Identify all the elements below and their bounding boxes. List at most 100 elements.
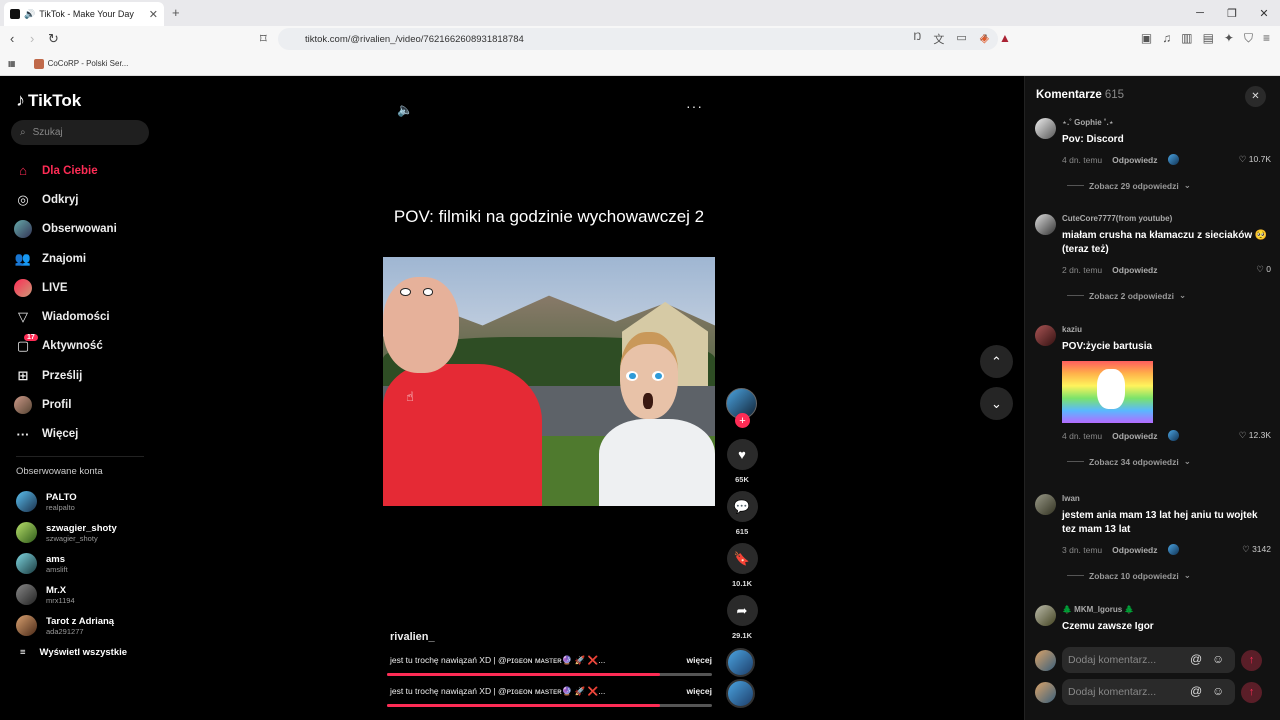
music-disc-icon[interactable] — [726, 679, 755, 708]
sidebar-toggle-icon[interactable]: ▣ — [1141, 31, 1152, 46]
creator-liked-avatar — [1167, 544, 1179, 555]
man-shirt — [383, 363, 543, 506]
music-icon[interactable]: ♫ — [1162, 31, 1171, 46]
nav-for-you[interactable]: ⌂ Dla Ciebie — [14, 156, 154, 185]
view-replies-button[interactable]: Zobacz 10 odpowiedzi ⌄ — [1067, 570, 1271, 581]
send-comment-button[interactable]: ↑ — [1241, 681, 1262, 703]
video-caption: POV: filmiki na godzinie wychowawczej 2 — [393, 207, 705, 226]
forward-icon[interactable]: › — [30, 31, 34, 46]
close-window-icon[interactable]: ✕ — [1248, 0, 1280, 26]
show-all-button[interactable]: ≡ Wyświetl wszystkie — [20, 647, 127, 658]
tiktok-logo[interactable]: ♪ TikTok — [16, 90, 81, 111]
reload-icon[interactable]: ↻ — [48, 31, 59, 47]
comment-like-button[interactable]: ♡ 0 — [1256, 264, 1271, 275]
comment-input[interactable] — [1062, 647, 1235, 673]
close-tab-icon[interactable]: ✕ — [149, 8, 158, 21]
sparkle-icon[interactable]: ✦ — [1224, 31, 1234, 46]
nav-explore[interactable]: ◎ Odkryj — [14, 185, 154, 214]
reader-icon[interactable]: Ŋ — [913, 31, 921, 47]
mention-icon[interactable]: @ — [1190, 684, 1202, 698]
wallet-icon[interactable]: ▤ — [1203, 31, 1214, 46]
nav-friends[interactable]: 👥 Znajomi — [14, 244, 154, 273]
avatar[interactable] — [1035, 605, 1056, 626]
followed-account[interactable]: Tarot z Adrianą ada291277 — [16, 610, 156, 641]
comment-button[interactable]: 💬 615 — [724, 491, 760, 536]
reply-button[interactable]: Odpowiedz — [1112, 265, 1157, 275]
like-count: 65K — [735, 475, 749, 484]
menu-icon[interactable]: ≡ — [1263, 31, 1270, 46]
video-progress-bar[interactable] — [387, 704, 712, 707]
next-video-button[interactable]: ⌄ — [980, 387, 1013, 420]
close-comments-button[interactable]: ✕ — [1245, 86, 1266, 107]
share-button[interactable]: ➦ 29.1K — [724, 595, 760, 640]
cast-icon[interactable]: ▭ — [956, 31, 966, 47]
followed-title: Obserwowane konta — [16, 466, 103, 477]
nav-profile[interactable]: Profil — [14, 390, 154, 419]
bookmark-icon[interactable]: ⌑ — [260, 31, 267, 47]
video-username[interactable]: rivalien_ — [390, 631, 710, 643]
restore-icon[interactable]: ❐ — [1216, 0, 1248, 26]
emoji-icon[interactable]: ☺ — [1212, 684, 1224, 698]
back-icon[interactable]: ‹ — [10, 31, 14, 46]
comment-like-button[interactable]: ♡ 12.3K — [1239, 430, 1271, 441]
view-replies-button[interactable]: Zobacz 34 odpowiedzi ⌄ — [1067, 456, 1271, 467]
followed-account[interactable]: szwagier_shoty szwagier_shoty — [16, 517, 156, 548]
nav-upload[interactable]: ⊞ Prześlij — [14, 361, 154, 390]
video-progress-bar[interactable] — [387, 673, 712, 676]
comment-author[interactable]: kaziu — [1062, 325, 1271, 334]
new-tab-icon[interactable]: + — [172, 5, 180, 20]
browser-tab[interactable]: 🔊 TikTok - Make Your Day ✕ — [4, 2, 164, 26]
save-button[interactable]: 🔖 10.1K — [724, 543, 760, 588]
comment-author[interactable]: Iwan — [1062, 494, 1271, 503]
reply-button[interactable]: Odpowiedz — [1112, 155, 1157, 165]
creator-avatar[interactable]: + — [726, 388, 757, 428]
minimize-icon[interactable]: ─ — [1184, 0, 1216, 26]
apps-grid-icon[interactable]: ▦ — [8, 59, 16, 68]
more-link[interactable]: więcej — [686, 686, 712, 697]
nav-messages[interactable]: ▽ Wiadomości — [14, 302, 154, 331]
music-disc-icon[interactable] — [726, 648, 755, 677]
comment-author[interactable]: 🌲 MKM_Igorus 🌲 — [1062, 605, 1271, 614]
previous-video-button[interactable]: ⌃ — [980, 345, 1013, 378]
avatar[interactable] — [1035, 494, 1056, 515]
nav-activity[interactable]: ▢ 17 Aktywność — [14, 332, 154, 361]
follow-plus-icon[interactable]: + — [735, 413, 750, 428]
like-button[interactable]: ♥ 65K — [724, 439, 760, 484]
triangle-icon[interactable]: ▲ — [999, 31, 1011, 46]
avatar[interactable] — [1035, 214, 1056, 235]
video-player[interactable] — [383, 257, 715, 506]
panel-icon[interactable]: ▥ — [1181, 31, 1192, 46]
nav-more[interactable]: ··· Więcej — [14, 420, 154, 449]
comment-like-button[interactable]: ♡ 10.7K — [1239, 154, 1271, 165]
translate-icon[interactable]: 文 — [933, 31, 944, 47]
chevron-down-icon: ⌄ — [1183, 456, 1191, 466]
comment-like-button[interactable]: ♡ 3142 — [1242, 544, 1271, 555]
avatar[interactable] — [1035, 118, 1056, 139]
reply-button[interactable]: Odpowiedz — [1112, 431, 1157, 441]
bookmark-item[interactable]: CoCoRP - Polski Ser... — [33, 58, 128, 69]
followed-account[interactable]: ams amslift — [16, 548, 156, 579]
nav-following[interactable]: Obserwowani — [14, 215, 154, 244]
mention-icon[interactable]: @ — [1190, 652, 1202, 666]
shield-icon[interactable]: ◈ — [980, 31, 989, 46]
comments-header: Komentarze 615 — [1036, 89, 1124, 101]
more-link[interactable]: więcej — [686, 655, 712, 666]
comment-input[interactable] — [1062, 679, 1235, 705]
comment-author[interactable]: ⋆.˚ Gophie ˚.⋆ — [1062, 118, 1271, 127]
comment-attached-image[interactable] — [1062, 361, 1153, 423]
more-options-icon[interactable]: ··· — [686, 98, 703, 114]
vpn-icon[interactable]: ⛉ — [1244, 31, 1253, 46]
reply-button[interactable]: Odpowiedz — [1112, 545, 1157, 555]
followed-account[interactable]: PALTO realpalto — [16, 486, 156, 517]
send-comment-button[interactable]: ↑ — [1241, 649, 1262, 671]
comment-author[interactable]: CuteCore7777(from youtube) — [1062, 214, 1271, 223]
avatar[interactable] — [1035, 325, 1056, 346]
followed-account[interactable]: Mr.X mrx1194 — [16, 579, 156, 610]
emoji-icon[interactable]: ☺ — [1212, 652, 1224, 666]
view-replies-button[interactable]: Zobacz 2 odpowiedzi ⌄ — [1067, 290, 1271, 301]
volume-icon[interactable]: 🔈 — [397, 102, 413, 118]
search-input[interactable]: ⌕ Szukaj — [11, 120, 149, 145]
nav-live[interactable]: LIVE — [14, 273, 154, 302]
url-field[interactable]: tiktok.com/@rivalien_/video/762166260893… — [278, 28, 998, 50]
view-replies-button[interactable]: Zobacz 29 odpowiedzi ⌄ — [1067, 180, 1271, 191]
